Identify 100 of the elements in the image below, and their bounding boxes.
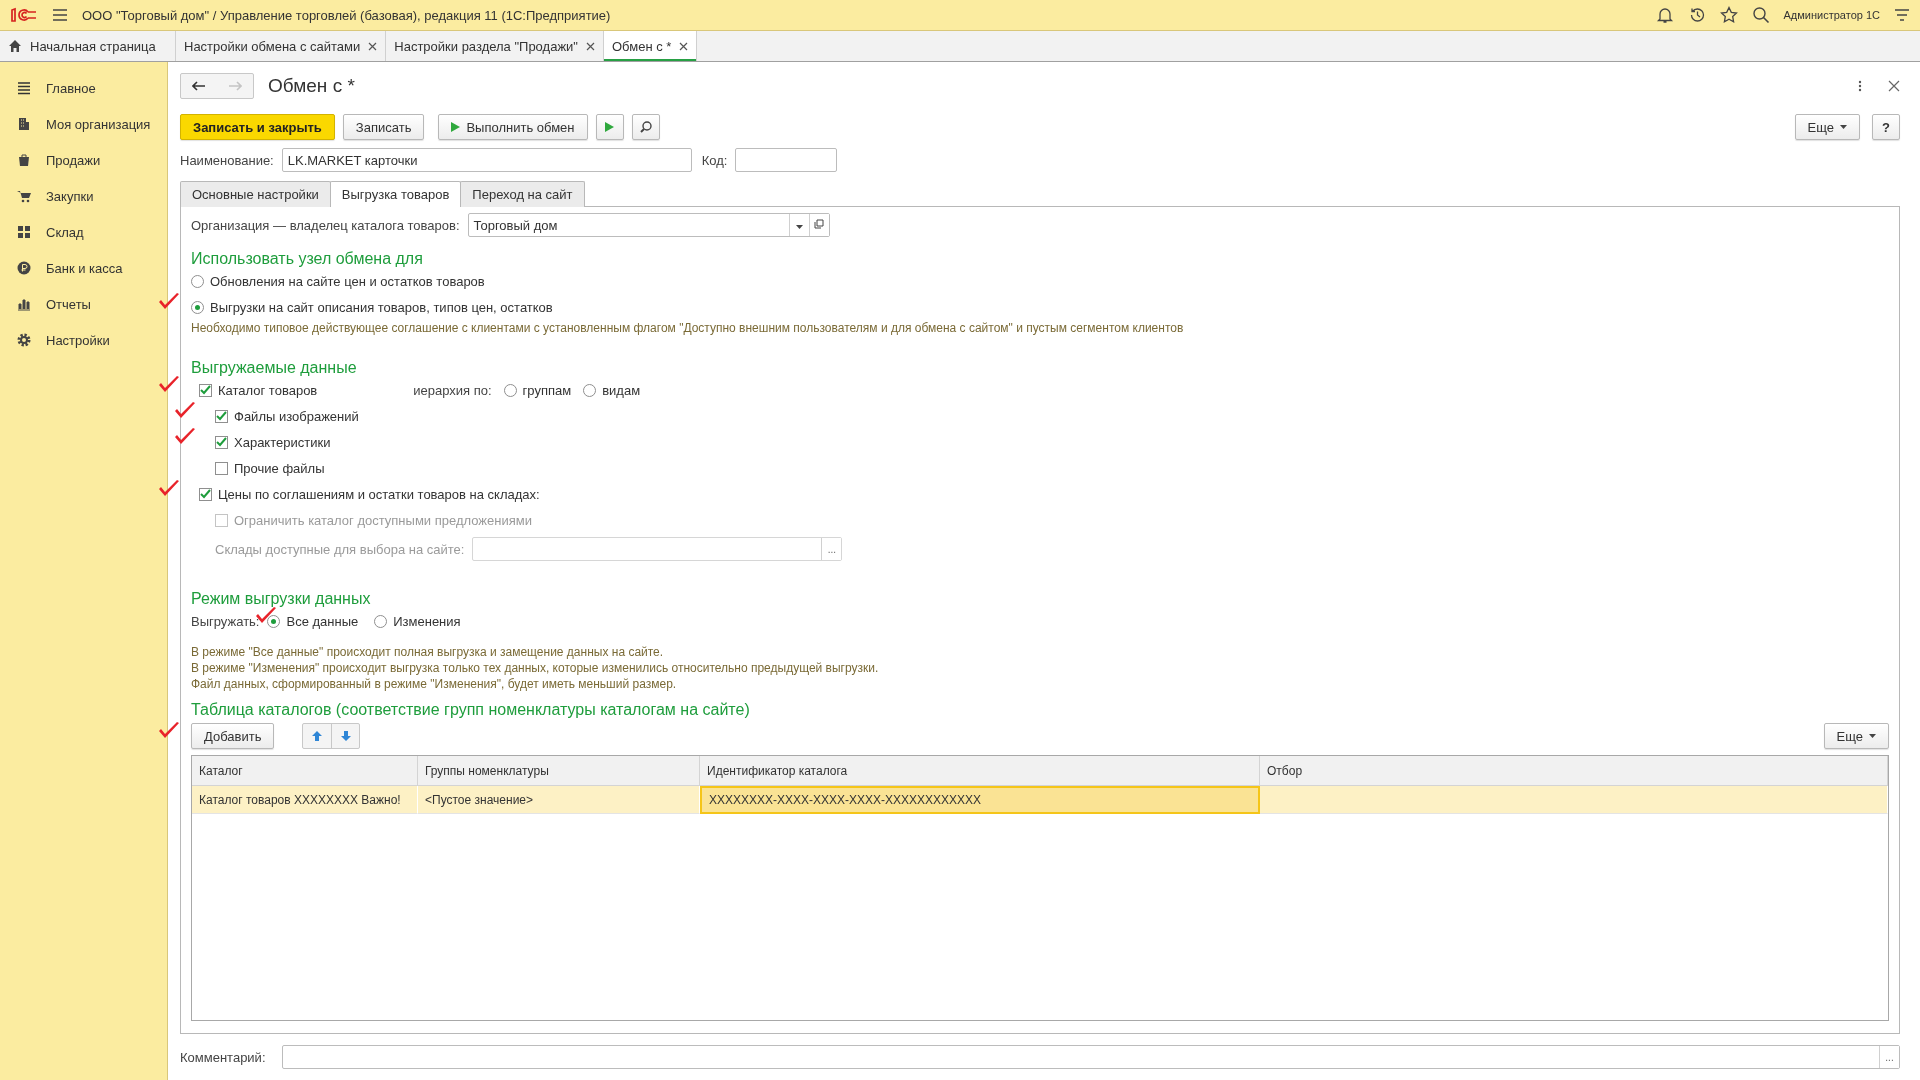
column-header[interactable]: Каталог <box>192 756 418 786</box>
radio-button[interactable] <box>191 300 204 314</box>
close-icon[interactable] <box>368 41 378 51</box>
find-button[interactable] <box>631 114 660 140</box>
sidebar-item[interactable]: Склад <box>0 214 167 250</box>
more-button[interactable]: Еще <box>1794 114 1860 140</box>
comment-label: Комментарий: <box>180 1049 267 1065</box>
form-title: Обмен с * <box>268 75 356 97</box>
organization-field[interactable]: Торговый дом <box>467 213 830 237</box>
checkbox[interactable] <box>215 409 228 423</box>
name-label: Наименование: <box>180 152 274 168</box>
caret-icon <box>1840 125 1847 129</box>
close-icon[interactable] <box>1888 80 1900 92</box>
radio-option[interactable]: Обновления на сайте цен и остатков товаров <box>191 268 485 294</box>
bell-icon[interactable] <box>1655 6 1674 24</box>
check-icon <box>200 385 211 395</box>
checkbox-option[interactable]: Цены по соглашениям и остатки товаров на складах: <box>199 481 540 507</box>
caret-icon <box>795 224 803 229</box>
user-name[interactable]: Администратор 1С <box>1783 9 1880 21</box>
sidebar-item[interactable]: Моя организация <box>0 106 167 142</box>
play-button[interactable] <box>595 114 624 140</box>
table-cell[interactable] <box>1260 786 1888 814</box>
close-icon[interactable] <box>679 41 689 51</box>
run-exchange-button[interactable]: Выполнить обмен <box>438 114 588 140</box>
checkbox-option[interactable]: Прочие файлы <box>215 455 325 481</box>
select-button[interactable]: ... <box>1879 1046 1899 1068</box>
menu-icon[interactable] <box>52 8 68 22</box>
section-heading: Использовать узел обмена для <box>191 249 424 268</box>
radio-button[interactable] <box>503 383 517 397</box>
sidebar-item[interactable]: Банк и касса <box>0 250 167 286</box>
open-window-icon <box>814 219 825 229</box>
table-cell[interactable]: <Пустое значение> <box>418 786 700 814</box>
sidebar-item[interactable]: Отчеты <box>0 286 167 322</box>
close-icon[interactable] <box>585 41 595 51</box>
bag-icon <box>16 152 32 168</box>
organization-label: Организация — владелец каталога товаров: <box>191 217 460 233</box>
sidebar-item[interactable]: Настройки <box>0 322 167 358</box>
column-header[interactable]: Отбор <box>1260 756 1888 786</box>
section-heading: Режим выгрузки данных <box>191 589 372 608</box>
settings-icon <box>16 332 32 348</box>
add-button[interactable]: Добавить <box>191 723 275 749</box>
checkbox-option[interactable]: Файлы изображений <box>215 403 359 429</box>
name-field[interactable]: LK.MARKET карточки <box>281 148 692 172</box>
document-tab[interactable]: Обмен с * <box>603 31 698 61</box>
hint-text: В режиме "Все данные" происходит полная выгрузка и замещение данных на сайте. <box>191 644 665 660</box>
play-icon <box>605 122 614 132</box>
checkbox[interactable] <box>199 383 212 397</box>
more-vertical-icon[interactable] <box>1858 80 1862 92</box>
checkbox-option[interactable]: Характеристики <box>215 429 331 455</box>
forward-arrow-icon <box>228 81 242 91</box>
up-arrow-icon <box>311 730 324 742</box>
check-icon <box>216 437 227 447</box>
hint-text: Необходимо типовое действующее соглашение с клиентами с установленным флагом "Доступно внешним пользователям и для обмена с сайтом" и пустым сегментом клиентов <box>191 320 1185 336</box>
radio-option[interactable]: Изменения <box>374 608 461 634</box>
form-tab[interactable]: Основные настройки <box>180 181 331 207</box>
table-cell[interactable]: Каталог товаров XXXXXXXX Важно! <box>192 786 418 814</box>
radio-option[interactable]: Все данные <box>267 608 359 634</box>
sidebar-item[interactable]: Главное <box>0 70 167 106</box>
radio-button[interactable] <box>583 383 597 397</box>
table-cell[interactable]: XXXXXXXX-XXXX-XXXX-XXXX-XXXXXXXXXXXX <box>700 786 1260 814</box>
save-and-close-button[interactable]: Записать и закрыть <box>180 114 335 140</box>
boxes-icon <box>16 224 32 240</box>
open-button[interactable] <box>808 214 829 236</box>
sidebar-item[interactable]: Закупки <box>0 178 167 214</box>
play-icon <box>451 122 461 132</box>
sidebar-item[interactable]: Продажи <box>0 142 167 178</box>
magnifier-icon <box>638 120 653 134</box>
caret-icon <box>1869 734 1876 738</box>
form-tab[interactable]: Переход на сайт <box>460 181 585 207</box>
radio-option[interactable]: группам <box>503 377 572 403</box>
form-tab[interactable]: Выгрузка товаров <box>329 181 462 207</box>
comment-field[interactable]: ... <box>282 1045 1900 1069</box>
star-icon[interactable] <box>1719 6 1738 24</box>
save-button[interactable]: Записать <box>342 114 425 140</box>
code-label: Код: <box>701 152 728 168</box>
more-button[interactable]: Еще <box>1823 723 1889 749</box>
radio-button[interactable] <box>191 274 204 288</box>
radio-option[interactable]: Выгрузки на сайт описания товаров, типов цен, остатков <box>191 294 553 320</box>
radio-option[interactable]: видам <box>583 377 641 403</box>
radio-button[interactable] <box>267 614 281 628</box>
check-icon <box>200 489 211 499</box>
checkbox[interactable] <box>215 461 228 475</box>
funnel-menu-icon[interactable] <box>1894 7 1910 23</box>
help-button[interactable]: ? <box>1872 114 1900 140</box>
checkbox[interactable] <box>215 435 228 449</box>
bar-chart-icon <box>16 296 32 312</box>
column-header[interactable]: Идентификатор каталога <box>700 756 1260 786</box>
code-field[interactable] <box>735 148 838 172</box>
app-logo-icon <box>10 7 38 23</box>
hierarchy-label: иерархия по: <box>413 382 492 398</box>
search-icon[interactable] <box>1751 6 1770 24</box>
column-header[interactable]: Группы номенклатуры <box>418 756 700 786</box>
checkbox-option[interactable]: Каталог товаров <box>199 377 318 403</box>
window-title: ООО "Торговый дом" / Управление торговлей (базовая), редакция 11 (1С:Предприятие) <box>82 7 612 23</box>
section-heading: Таблица каталогов (соответствие групп номенклатуры каталогам на сайте) <box>191 700 751 719</box>
menu-icon <box>16 80 32 96</box>
down-arrow-icon <box>339 730 352 742</box>
radio-button[interactable] <box>374 614 388 628</box>
checkbox[interactable] <box>199 487 212 501</box>
building-icon <box>16 116 32 132</box>
